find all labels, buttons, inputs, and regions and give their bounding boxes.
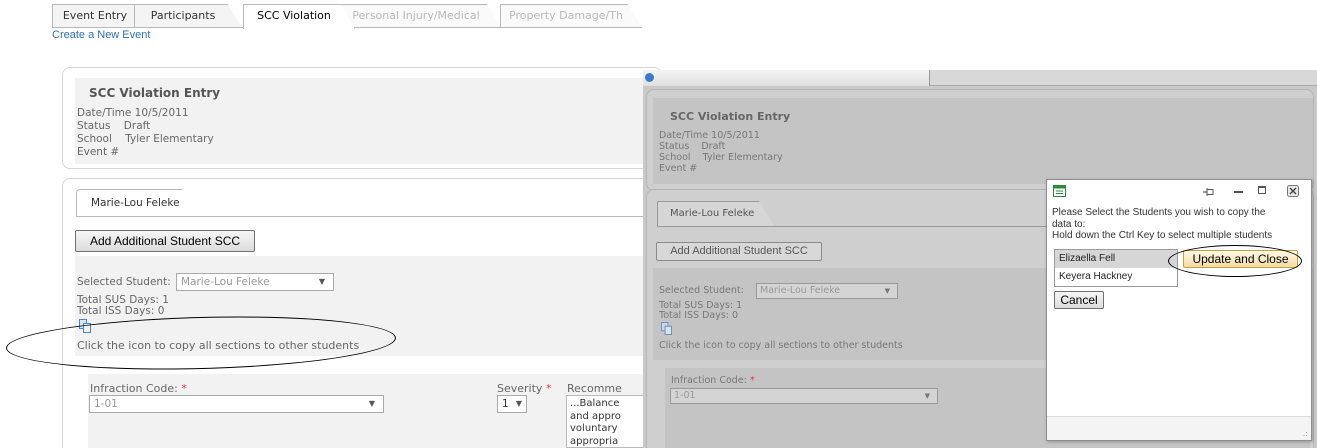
dropdown-arrow-icon: ▼ xyxy=(318,277,325,286)
list-item[interactable]: Keyera Hackney xyxy=(1055,268,1177,286)
entry-event-number: Event # xyxy=(77,146,120,158)
dropdown-arrow-icon: ▼ xyxy=(368,399,375,408)
create-event-link[interactable]: Create a New Event xyxy=(52,29,150,41)
r-selected-student-value: Marie-Lou Feleke xyxy=(760,285,841,296)
dialog-app-icon xyxy=(1053,185,1066,197)
cancel-button[interactable]: Cancel xyxy=(1054,291,1104,309)
browser-tab-strip xyxy=(643,70,1317,86)
tab-scc-violation[interactable]: SCC Violation xyxy=(243,4,355,29)
recommendation-label: Recomme xyxy=(567,382,622,395)
r-entry-datetime: Date/Time 10/5/2011 xyxy=(659,130,760,141)
r-entry-title: SCC Violation Entry xyxy=(670,110,791,123)
r-add-student-scc-button[interactable]: Add Additional Student SCC xyxy=(656,242,822,261)
infraction-code-select[interactable]: 1-01 ▼ xyxy=(89,395,384,413)
student-listbox[interactable]: Elizaella Fell Keyera Hackney xyxy=(1054,249,1178,287)
r-entry-school: School Tyler Elementary xyxy=(659,152,783,163)
add-student-scc-button[interactable]: Add Additional Student SCC xyxy=(75,230,255,252)
window-pin-icon[interactable] xyxy=(1203,187,1215,197)
tab-participants[interactable]: Participants xyxy=(134,4,242,28)
total-iss-days: Total ISS Days: 0 xyxy=(77,305,165,317)
dropdown-arrow-icon: ▼ xyxy=(884,287,890,295)
severity-select[interactable]: 1 ▼ xyxy=(497,395,527,413)
resize-grip-icon[interactable]: .: xyxy=(1303,429,1308,438)
r-infraction-code-value: 1-01 xyxy=(674,390,696,401)
severity-value: 1 xyxy=(502,398,509,410)
infraction-code-value: 1-01 xyxy=(94,398,118,410)
copy-students-dialog: Please Select the Students you wish to c… xyxy=(1046,179,1312,441)
infraction-code-label: Infraction Code: * xyxy=(90,382,187,395)
dropdown-arrow-icon: ▼ xyxy=(515,399,522,408)
student-tab-divider xyxy=(76,216,656,217)
minimize-icon[interactable] xyxy=(1234,191,1243,193)
r-total-iss-days: Total ISS Days: 0 xyxy=(659,310,739,321)
dialog-titlebar xyxy=(1047,180,1311,204)
browser-tab[interactable] xyxy=(643,70,930,86)
maximize-icon[interactable] xyxy=(1258,186,1266,194)
close-icon[interactable] xyxy=(1287,185,1299,197)
dialog-message-line-1: Please Select the Students you wish to c… xyxy=(1052,207,1266,218)
dialog-message: Please Select the Students you wish to c… xyxy=(1052,207,1304,242)
r-copy-hint-text: Click the icon to copy all sections to o… xyxy=(659,340,903,351)
student-tab-marie-lou[interactable]: Marie-Lou Feleke xyxy=(76,189,200,217)
selected-student-value: Marie-Lou Feleke xyxy=(181,276,270,288)
dialog-message-line-3: Hold down the Ctrl Key to select multipl… xyxy=(1052,230,1273,241)
tab-personal-injury: Personal Injury/Medical xyxy=(341,4,501,28)
entry-title: SCC Violation Entry xyxy=(89,86,221,100)
r-student-tab[interactable]: Marie-Lou Feleke xyxy=(657,201,775,227)
entry-status: Status Draft xyxy=(77,120,151,132)
r-infraction-code-select[interactable]: 1-01 ▼ xyxy=(670,388,938,404)
r-entry-status: Status Draft xyxy=(659,141,726,152)
r-selected-student-label: Selected Student: xyxy=(659,285,744,296)
browser-tab-icon xyxy=(645,73,654,82)
annotation-ellipse-update-button xyxy=(1168,245,1302,277)
severity-label: Severity * xyxy=(497,382,552,395)
recommendation-text: ...Balance and appro voluntary appropria xyxy=(566,395,644,448)
entry-datetime: Date/Time 10/5/2011 xyxy=(77,107,189,119)
r-copy-icon[interactable] xyxy=(661,322,672,335)
r-entry-event-number: Event # xyxy=(659,163,698,174)
entry-school: School Tyler Elementary xyxy=(77,133,214,145)
tab-event-entry[interactable]: Event Entry xyxy=(52,4,148,28)
dialog-footer: .: xyxy=(1047,416,1311,440)
entry-info: Date/Time 10/5/2011 Status Draft School … xyxy=(77,107,214,159)
selected-student-select[interactable]: Marie-Lou Feleke ▼ xyxy=(176,273,334,291)
r-infraction-code-label: Infraction Code: * xyxy=(671,375,755,386)
list-item[interactable]: Elizaella Fell xyxy=(1055,250,1177,268)
dropdown-arrow-icon: ▼ xyxy=(924,392,930,400)
r-selected-student-select[interactable]: Marie-Lou Feleke ▼ xyxy=(756,283,898,299)
r-entry-info: Date/Time 10/5/2011 Status Draft School … xyxy=(659,130,783,174)
tab-property-damage: Property Damage/Th xyxy=(500,4,642,28)
selected-student-label: Selected Student: xyxy=(77,276,171,288)
dialog-message-line-2: data to: xyxy=(1052,218,1086,230)
